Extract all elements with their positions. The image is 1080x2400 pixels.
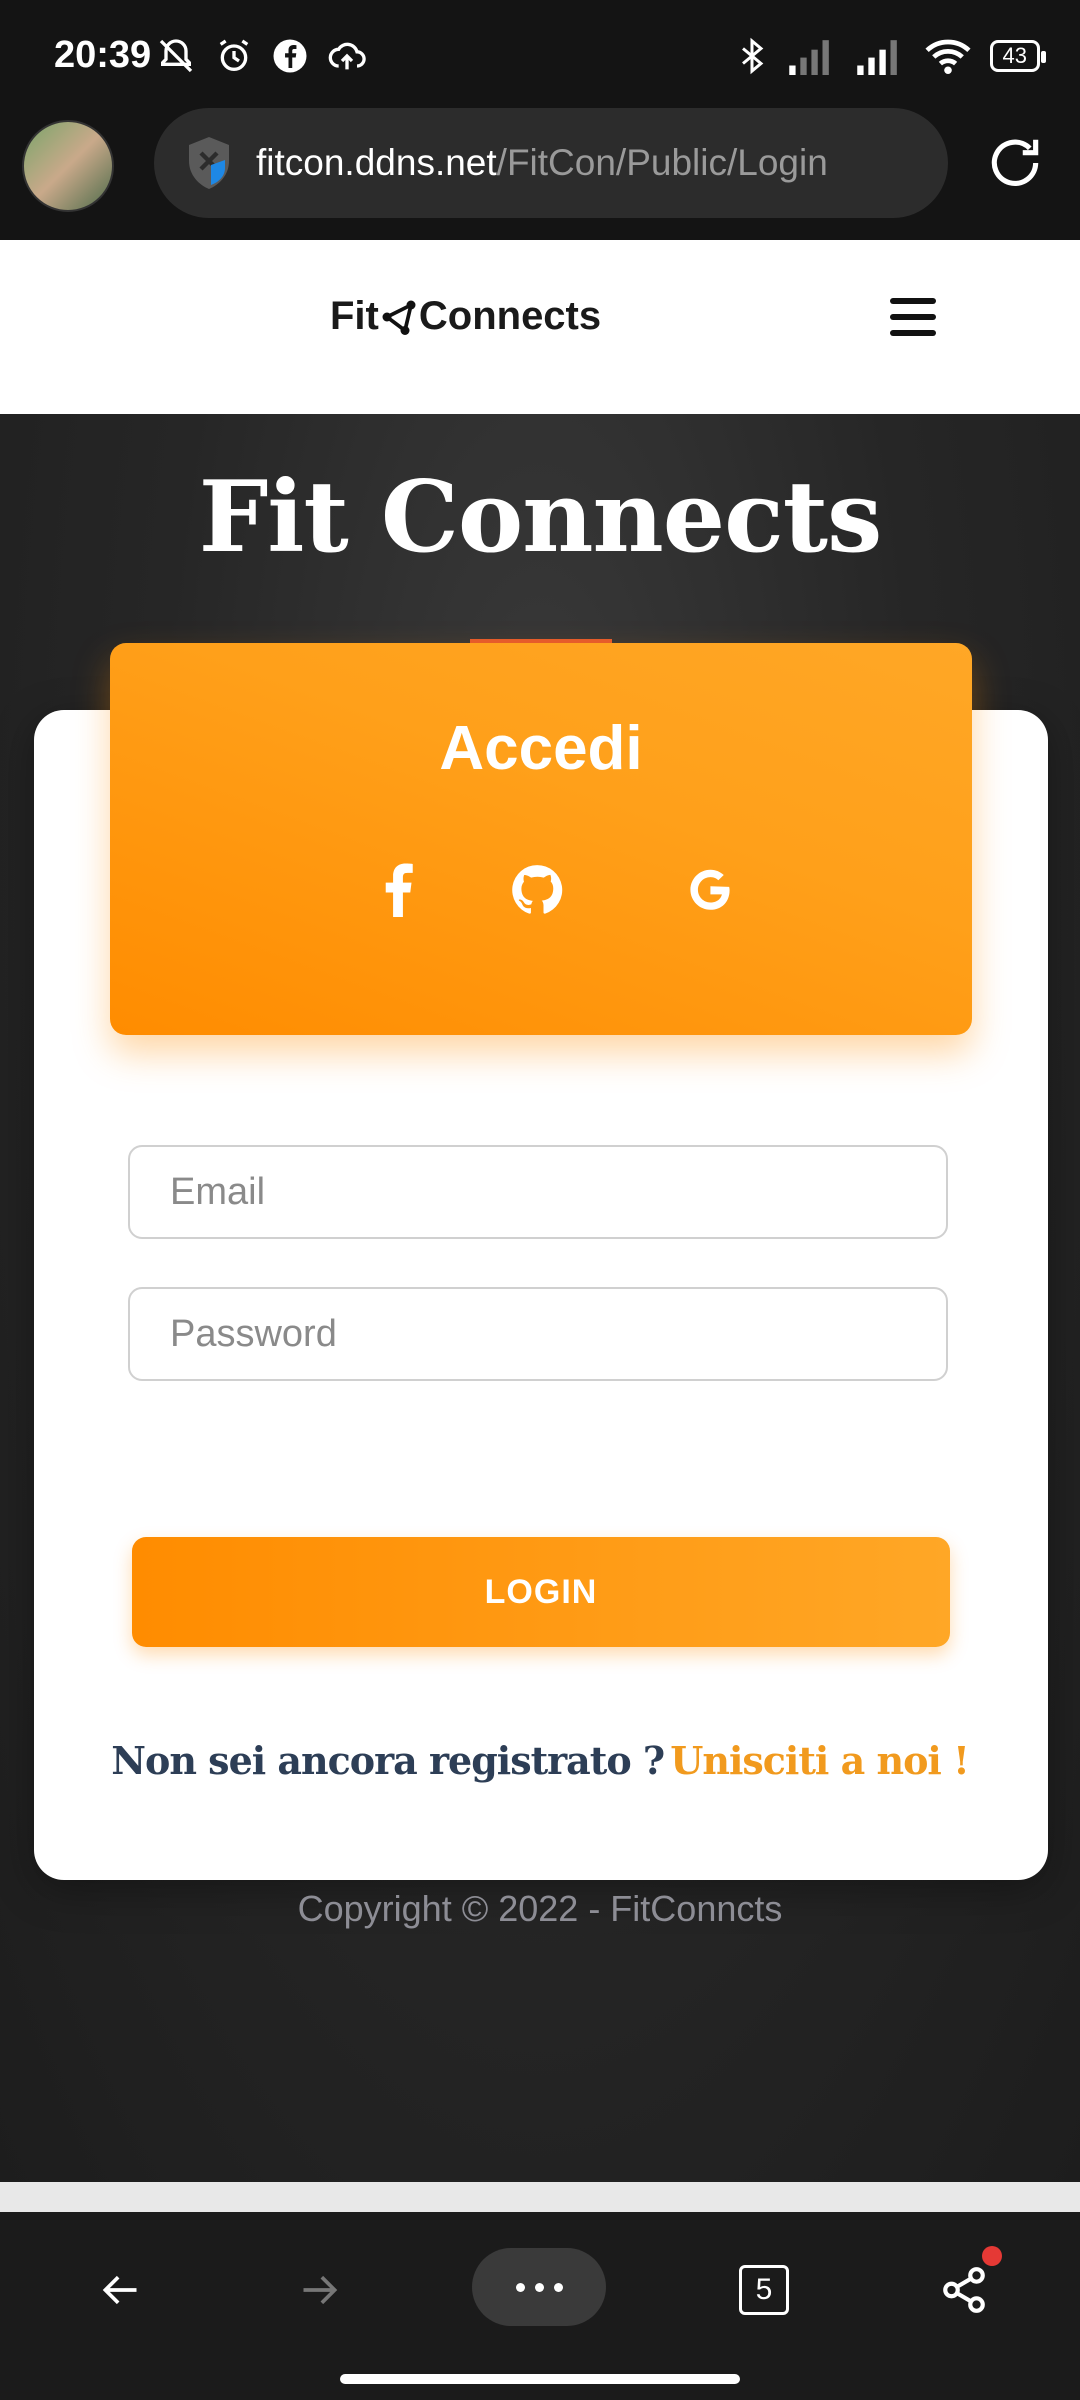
google-login-button[interactable]: [675, 855, 745, 925]
brand-logo[interactable]: Fit Connects: [330, 294, 601, 339]
login-card-header: Accedi: [110, 639, 972, 1035]
home-indicator[interactable]: [340, 2374, 740, 2384]
copyright-text: Copyright © 2022 - FitConncts: [297, 1888, 783, 1929]
signal-icon: [788, 40, 829, 75]
login-card-title: Accedi: [439, 714, 643, 783]
tabs-count: 5: [739, 2265, 789, 2315]
register-prompt: Non sei ancora registrato ? Unisciti a no…: [0, 1738, 1080, 1783]
avatar[interactable]: [22, 120, 114, 212]
menu-dot: [534, 2282, 544, 2292]
status-bar: 20:39 43: [0, 0, 1080, 108]
register-question: Non sei ancora registrato ?: [111, 1738, 665, 1783]
status-icons-right: 43: [734, 34, 1047, 78]
facebook-icon: [273, 39, 307, 73]
notification-dot: [982, 2246, 1002, 2266]
tabs-button[interactable]: 5: [734, 2252, 794, 2328]
browser-toolbar: fitcon.ddns.net/FitCon/Public/Login: [0, 108, 1080, 240]
cloud-upload-icon: [328, 42, 366, 70]
register-link[interactable]: Unisciti a noi !: [670, 1738, 970, 1783]
url-text[interactable]: fitcon.ddns.net/FitCon/Public/Login: [256, 142, 828, 184]
brand-text-right: Connects: [418, 294, 602, 338]
arrow-right-icon: [303, 2275, 338, 2305]
facebook-icon: [385, 863, 413, 917]
header-accent-line: [470, 639, 612, 643]
browser-bottom-nav: 5: [0, 2212, 1080, 2400]
alarm-icon: [219, 39, 249, 71]
mute-icon: [159, 39, 193, 73]
email-field-wrapper: [128, 1145, 948, 1239]
url-domain: fitcon.ddns.net: [256, 142, 497, 183]
more-menu-button[interactable]: [472, 2248, 606, 2326]
github-icon: [512, 865, 563, 914]
google-icon: [690, 869, 730, 910]
hero-title: Fit Connects: [198, 460, 883, 575]
arrow-left-icon: [102, 2275, 137, 2305]
bluetooth-icon: [741, 37, 763, 75]
login-button[interactable]: LOGIN: [132, 1537, 950, 1647]
back-button[interactable]: [90, 2252, 150, 2328]
password-field-wrapper: [128, 1287, 948, 1381]
menu-dot: [553, 2282, 563, 2292]
share-icon: [943, 2267, 985, 2313]
password-field[interactable]: [130, 1289, 946, 1379]
status-time: 20:39: [54, 34, 152, 76]
menu-dot: [515, 2282, 525, 2292]
brand-text-left: Fit: [330, 294, 379, 338]
hamburger-menu-icon[interactable]: [890, 298, 936, 340]
email-field[interactable]: [130, 1147, 946, 1237]
facebook-login-button[interactable]: [363, 855, 433, 925]
site-navbar: Fit Connects: [0, 240, 1080, 414]
shield-icon[interactable]: [184, 135, 234, 191]
address-bar[interactable]: fitcon.ddns.net/FitCon/Public/Login: [154, 108, 948, 218]
bottom-separator: [0, 2182, 1080, 2212]
url-path: /FitCon/Public/Login: [496, 142, 828, 183]
web-page: Fit Connects Fit Connects Accedi LOGIN N…: [0, 240, 1080, 2182]
wifi-icon: [924, 39, 971, 75]
battery-indicator: 43: [989, 40, 1047, 72]
github-login-button[interactable]: [502, 855, 572, 925]
status-icons-left: [156, 34, 368, 78]
share-nodes-icon: [382, 300, 416, 335]
reload-icon[interactable]: [984, 132, 1046, 194]
forward-button[interactable]: [290, 2252, 350, 2328]
signal-icon: [856, 40, 897, 75]
share-button[interactable]: [934, 2246, 1002, 2328]
